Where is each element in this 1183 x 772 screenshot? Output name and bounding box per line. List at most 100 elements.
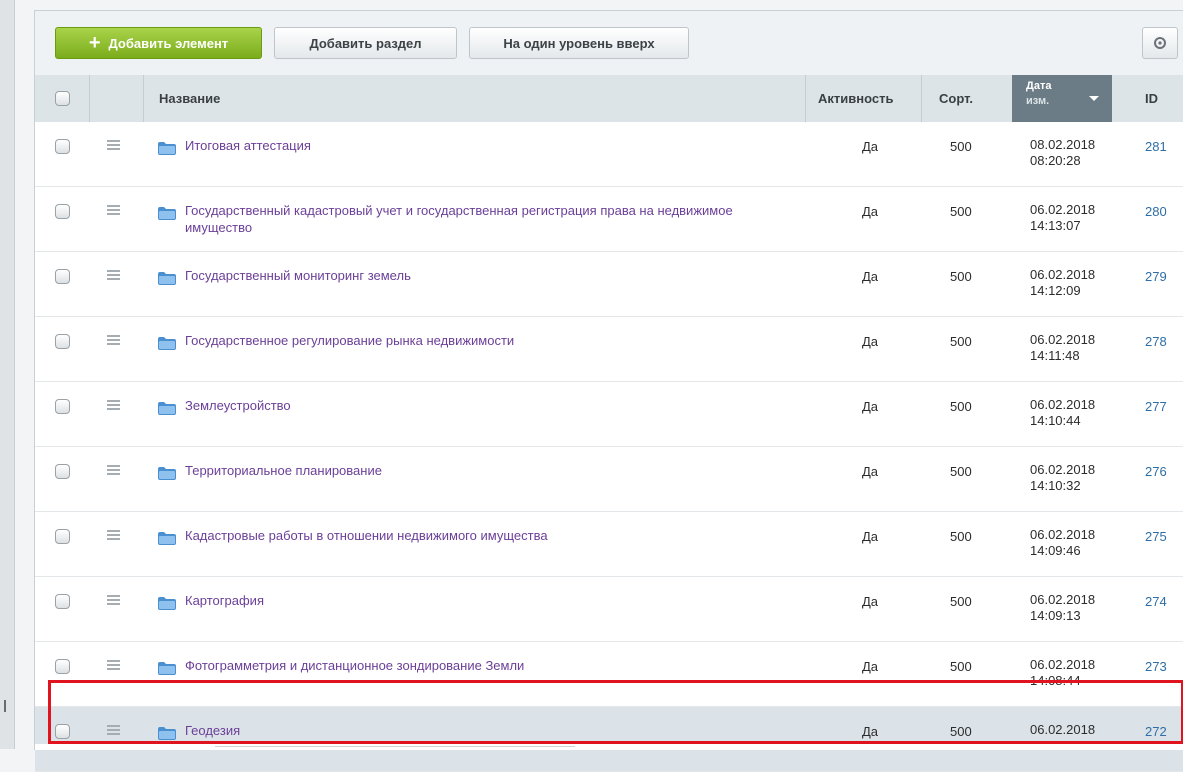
id-link[interactable]: 277 [1145, 399, 1167, 414]
active-value: Да [862, 594, 879, 609]
sort-value: 500 [950, 724, 972, 739]
drag-handle-icon[interactable] [107, 530, 120, 540]
row-checkbox[interactable] [55, 204, 70, 219]
sort-value: 500 [950, 529, 972, 544]
table-row[interactable]: Государственное регулирование рынка недв… [35, 317, 1183, 382]
sort-desc-icon [1089, 96, 1099, 101]
modified-date: 06.02.2018 14:09:13 [1030, 592, 1095, 624]
drag-handle-icon[interactable] [107, 140, 120, 150]
section-name-link[interactable]: Государственное регулирование рынка недв… [185, 332, 795, 349]
drag-handle-icon[interactable] [107, 595, 120, 605]
id-link[interactable]: 276 [1145, 464, 1167, 479]
modified-date-time: 14:12:09 [1030, 283, 1081, 298]
section-name-link[interactable]: Картография [185, 592, 795, 609]
modified-date: 06.02.2018 14:08:44 [1030, 657, 1095, 689]
id-link[interactable]: 281 [1145, 139, 1167, 154]
folder-icon [158, 727, 176, 740]
table-row[interactable]: Итоговая аттестация Да 500 08.02.2018 08:20:… [35, 122, 1183, 187]
drag-handle-icon[interactable] [107, 725, 120, 735]
column-date-sublabel: изм. [1026, 95, 1050, 107]
drag-handle-icon[interactable] [107, 205, 120, 215]
column-sort-header[interactable]: Сорт. [939, 75, 973, 122]
modified-date-time: 14:09:13 [1030, 608, 1081, 623]
table-row[interactable]: Государственный мониторинг земель Да 500 06… [35, 252, 1183, 317]
section-name-link[interactable]: Территориальное планирование [185, 462, 795, 479]
row-checkbox[interactable] [55, 334, 70, 349]
id-link[interactable]: 275 [1145, 529, 1167, 544]
section-name-link[interactable]: Землеустройство [185, 397, 795, 414]
column-sort-label: Сорт. [939, 91, 973, 106]
add-section-button[interactable]: Добавить раздел [274, 27, 457, 59]
active-value: Да [862, 399, 879, 414]
active-value: Да [862, 204, 879, 219]
column-date-header[interactable]: Дата изм. [1012, 75, 1112, 122]
modified-date: 06.02.2018 14:12:09 [1030, 267, 1095, 299]
id-link[interactable]: 279 [1145, 269, 1167, 284]
id-link[interactable]: 280 [1145, 204, 1167, 219]
modified-date-time: 14:10:44 [1030, 413, 1081, 428]
drag-handle-icon[interactable] [107, 270, 120, 280]
drag-handle-icon[interactable] [107, 335, 120, 345]
table-row[interactable]: Территориальное планирование Да 500 06.02.2… [35, 447, 1183, 512]
modified-date-day: 08.02.2018 [1030, 137, 1096, 152]
toolbar: + Добавить элемент Добавить раздел На од… [35, 11, 1183, 76]
drag-handle-icon[interactable] [107, 465, 120, 475]
section-name-link[interactable]: Фотограмметрия и дистанционное зондирова… [185, 657, 795, 674]
sort-value: 500 [950, 399, 972, 414]
drag-handle-icon[interactable] [107, 660, 120, 670]
level-up-button[interactable]: На один уровень вверх [469, 27, 689, 59]
row-checkbox[interactable] [55, 529, 70, 544]
table-row[interactable]: Землеустройство Да 500 06.02.2018 14:10:44 27… [35, 382, 1183, 447]
row-checkbox[interactable] [55, 724, 70, 739]
section-name-link[interactable]: Государственный мониторинг земель [185, 267, 795, 284]
sort-value: 500 [950, 204, 972, 219]
settings-button[interactable] [1142, 27, 1178, 59]
column-id-header[interactable]: ID [1145, 75, 1158, 122]
column-name-header[interactable]: Название [159, 75, 220, 122]
row-checkbox[interactable] [55, 269, 70, 284]
sort-value: 500 [950, 464, 972, 479]
active-value: Да [862, 724, 879, 739]
folder-icon [158, 272, 176, 285]
section-name-link[interactable]: Кадастровые работы в отношении недвижимо… [185, 527, 795, 544]
modified-date-day: 06.02.2018 [1030, 722, 1096, 737]
modified-date-time: 08:20:28 [1030, 153, 1081, 168]
row-checkbox[interactable] [55, 594, 70, 609]
active-value: Да [862, 529, 879, 544]
footer-strip [35, 744, 1183, 750]
id-link[interactable]: 274 [1145, 594, 1167, 609]
id-link[interactable]: 272 [1145, 724, 1167, 739]
modified-date: 08.02.2018 08:20:28 [1030, 137, 1095, 169]
id-link[interactable]: 273 [1145, 659, 1167, 674]
table-row[interactable]: ГеодезияДа50006.02.201814:08:00272 [35, 707, 1183, 772]
row-checkbox[interactable] [55, 399, 70, 414]
section-name-link[interactable]: Итоговая аттестация [185, 137, 795, 154]
modified-date-day: 06.02.2018 [1030, 527, 1096, 542]
row-checkbox[interactable] [55, 464, 70, 479]
row-checkbox[interactable] [55, 659, 70, 674]
table-row[interactable]: Государственный кадастровый учет и госуд… [35, 187, 1183, 252]
modified-date-time: 14:10:32 [1030, 478, 1081, 493]
left-scroll-edge [0, 0, 15, 749]
modified-date-day: 06.02.2018 [1030, 332, 1096, 347]
row-checkbox[interactable] [55, 139, 70, 154]
add-section-label: Добавить раздел [309, 35, 422, 51]
drag-handle-icon[interactable] [107, 400, 120, 410]
section-name-link[interactable]: Государственный кадастровый учет и госуд… [185, 202, 795, 236]
column-active-header[interactable]: Активность [818, 75, 893, 122]
plus-icon: + [88, 32, 101, 54]
select-all-checkbox[interactable] [55, 91, 70, 106]
modified-date: 06.02.2018 14:10:32 [1030, 462, 1095, 494]
modified-date-day: 06.02.2018 [1030, 657, 1096, 672]
table-row[interactable]: Фотограмметрия и дистанционное зондирова… [35, 642, 1183, 707]
table-row[interactable]: Картография Да 500 06.02.2018 14:09:13 274 [35, 577, 1183, 642]
gear-icon [1154, 37, 1166, 49]
sort-value: 500 [950, 269, 972, 284]
active-value: Да [862, 464, 879, 479]
modified-date: 06.02.2018 14:09:46 [1030, 527, 1095, 559]
add-element-button[interactable]: + Добавить элемент [55, 27, 262, 59]
id-link[interactable]: 278 [1145, 334, 1167, 349]
folder-icon [158, 142, 176, 155]
section-name-link[interactable]: Геодезия [185, 722, 795, 739]
table-row[interactable]: Кадастровые работы в отношении недвижимо… [35, 512, 1183, 577]
